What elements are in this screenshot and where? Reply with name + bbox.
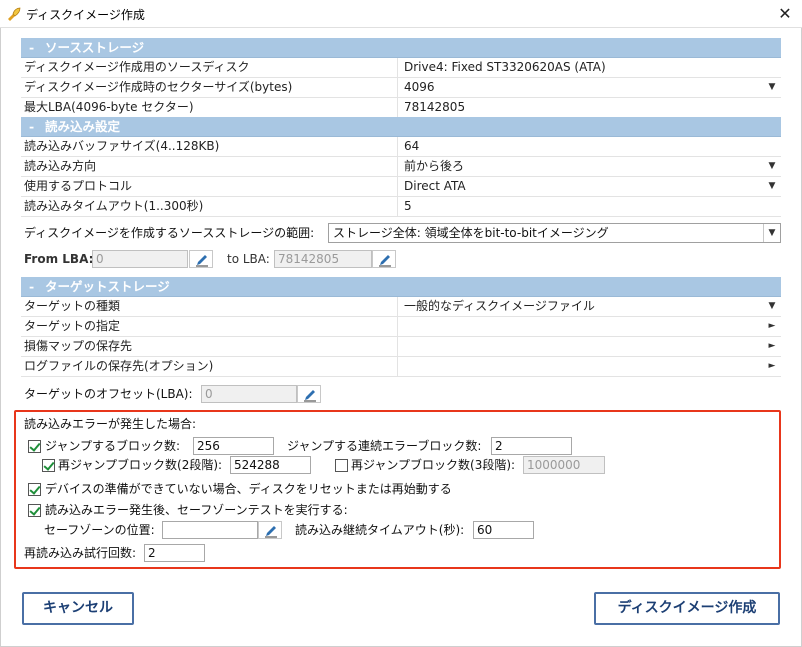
pencil-icon (265, 526, 277, 538)
jump-checkbox[interactable] (28, 440, 41, 453)
edit-target-offset-button[interactable] (297, 385, 321, 403)
create-disk-image-button[interactable]: ディスクイメージ作成 (594, 592, 780, 625)
pencil-icon (196, 255, 208, 267)
property-row[interactable]: 使用するプロトコル Direct ATA ▼ (21, 177, 781, 197)
collapse-icon[interactable]: - (29, 38, 45, 58)
jump-label: ジャンプするブロック数: (45, 439, 181, 453)
expand-arrow-icon[interactable]: ► (765, 317, 779, 336)
title-bar: ディスクイメージ作成 ✕ (0, 0, 802, 28)
dropdown-arrow-icon[interactable]: ▼ (763, 224, 780, 242)
target-storage-header[interactable]: - ターゲットストレージ (21, 277, 781, 297)
read-settings-grid: - 読み込み設定 読み込みバッファサイズ(4..128KB) 64 読み込み方向 前か… (21, 117, 781, 217)
pencil-icon (304, 390, 316, 402)
property-row[interactable]: ログファイルの保存先(オプション) ► (21, 357, 781, 377)
reset-device-checkbox[interactable] (28, 483, 41, 496)
safezone-test-label: 読み込みエラー発生後、セーフゾーンテストを実行する: (45, 503, 348, 517)
range-select[interactable]: ストレージ全体: 領域全体をbit-to-bitイメージング ▼ (328, 223, 781, 243)
property-row[interactable]: 読み込み方向 前から後ろ ▼ (21, 157, 781, 177)
rejump2-checkbox[interactable] (42, 459, 55, 472)
collapse-icon[interactable]: - (29, 277, 45, 297)
error-section-title: 読み込みエラーが発生した場合: (24, 417, 197, 431)
from-lba-label: From LBA: (24, 252, 94, 266)
continue-timeout-label: 読み込み継続タイムアウト(秒): (295, 523, 465, 537)
pencil-icon (379, 255, 391, 267)
jump-blocks-input[interactable]: 256 (193, 437, 274, 455)
retry-count-label: 再読み込み試行回数: (24, 546, 137, 560)
rejump3-input[interactable]: 1000000 (523, 456, 605, 474)
source-storage-header[interactable]: - ソースストレージ (21, 38, 781, 58)
consecutive-error-label: ジャンプする連続エラーブロック数: (287, 439, 482, 453)
rejump2-label: 再ジャンプブロック数(2段階): (58, 458, 223, 472)
dropdown-arrow-icon[interactable]: ▼ (765, 297, 779, 316)
property-row[interactable]: ディスクイメージ作成時のセクターサイズ(bytes) 4096 ▼ (21, 78, 781, 98)
expand-arrow-icon[interactable]: ► (765, 357, 779, 376)
target-offset-label: ターゲットのオフセット(LBA): (24, 387, 193, 401)
target-storage-grid: - ターゲットストレージ ターゲットの種類 一般的なディスクイメージファイル ▼ ター… (21, 277, 781, 377)
retry-count-input[interactable]: 2 (144, 544, 205, 562)
dropdown-arrow-icon[interactable]: ▼ (765, 78, 779, 97)
property-row[interactable]: 損傷マップの保存先 ► (21, 337, 781, 357)
rejump3-checkbox[interactable] (335, 459, 348, 472)
dropdown-arrow-icon[interactable]: ▼ (765, 177, 779, 196)
reset-device-label: デバイスの準備ができていない場合、ディスクをリセットまたは再始動する (45, 482, 452, 496)
app-icon (8, 7, 21, 21)
range-label: ディスクイメージを作成するソースストレージの範囲: (24, 226, 315, 240)
rejump3-label: 再ジャンプブロック数(3段階): (351, 458, 516, 472)
collapse-icon[interactable]: - (29, 117, 45, 137)
to-lba-input[interactable]: 78142805 (274, 250, 372, 268)
continue-timeout-input[interactable]: 60 (473, 521, 534, 539)
edit-from-lba-button[interactable] (189, 250, 213, 268)
safezone-position-label: セーフゾーンの位置: (44, 523, 155, 537)
dropdown-arrow-icon[interactable]: ▼ (765, 157, 779, 176)
property-row[interactable]: 読み込みタイムアウト(1..300秒) 5 (21, 197, 781, 217)
source-storage-grid: - ソースストレージ ディスクイメージ作成用のソースディスク Drive4: Fix… (21, 38, 781, 118)
from-lba-input[interactable]: 0 (92, 250, 188, 268)
expand-arrow-icon[interactable]: ► (765, 337, 779, 356)
window-title: ディスクイメージ作成 (26, 8, 145, 22)
consecutive-error-input[interactable]: 2 (491, 437, 572, 455)
property-row[interactable]: ディスクイメージ作成用のソースディスク Drive4: Fixed ST33206… (21, 58, 781, 78)
rejump2-input[interactable]: 524288 (230, 456, 311, 474)
close-icon[interactable]: ✕ (774, 3, 796, 25)
edit-to-lba-button[interactable] (372, 250, 396, 268)
property-row[interactable]: ターゲットの指定 ► (21, 317, 781, 337)
safezone-test-checkbox[interactable] (28, 504, 41, 517)
property-row[interactable]: 読み込みバッファサイズ(4..128KB) 64 (21, 137, 781, 157)
read-settings-header[interactable]: - 読み込み設定 (21, 117, 781, 137)
target-offset-input[interactable]: 0 (201, 385, 297, 403)
cancel-button[interactable]: キャンセル (22, 592, 134, 625)
to-lba-label: to LBA: (227, 252, 270, 266)
property-row[interactable]: ターゲットの種類 一般的なディスクイメージファイル ▼ (21, 297, 781, 317)
edit-safezone-position-button[interactable] (258, 521, 282, 539)
property-row[interactable]: 最大LBA(4096-byte セクター) 78142805 (21, 98, 781, 118)
safezone-position-input[interactable] (162, 521, 258, 539)
